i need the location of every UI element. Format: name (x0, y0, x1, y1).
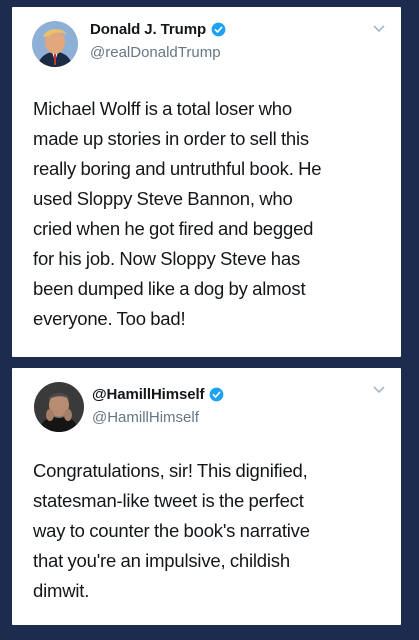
tweet-text-line: really boring and untruthful book. He (33, 158, 322, 179)
chevron-down-icon[interactable] (373, 25, 385, 35)
tweet-text-line: way to counter the book's narrative (33, 520, 310, 541)
tweet-text-line: dimwit. (33, 580, 90, 601)
tweet-card[interactable]: @HamillHimself @HamillHimself Congratula… (12, 368, 401, 625)
chevron-down-icon[interactable] (373, 386, 385, 396)
tweet-card[interactable]: Donald J. Trump @realDonaldTrump Michael… (12, 7, 401, 357)
avatar[interactable] (32, 21, 78, 67)
tweet-text-line: made up stories in order to sell this (33, 128, 309, 149)
verified-badge-icon (211, 22, 226, 37)
tweet-text: Congratulations, sir! This dignified, st… (33, 456, 389, 606)
tweet-text-line: used Sloppy Steve Bannon, who (33, 188, 293, 209)
tweet-text-line: statesman-like tweet is the perfect (33, 490, 304, 511)
author-name-row: Donald J. Trump (90, 21, 226, 38)
tweet-text-line: Michael Wolff is a total loser who (33, 98, 292, 119)
avatar-image (34, 382, 84, 432)
tweet-text-line: everyone. Too bad! (33, 308, 186, 329)
author-name-row: @HamillHimself (92, 386, 224, 403)
verified-badge-icon (209, 387, 224, 402)
display-name[interactable]: Donald J. Trump (90, 21, 206, 38)
tweet-text-line: been dumped like a dog by almost (33, 278, 306, 299)
display-name[interactable]: @HamillHimself (92, 386, 205, 403)
tweet-text-line: for his job. Now Sloppy Steve has (33, 248, 301, 269)
user-handle[interactable]: @realDonaldTrump (90, 44, 221, 61)
avatar[interactable] (34, 382, 84, 432)
tweet-text-line: cried when he got fired and begged (33, 218, 314, 239)
user-handle[interactable]: @HamillHimself (92, 409, 199, 426)
tweet-text-line: that you're an impulsive, childish (33, 550, 290, 571)
tweet-text-line: Congratulations, sir! This dignified, (33, 460, 308, 481)
tweet-text: Michael Wolff is a total loser who made … (33, 94, 393, 334)
avatar-image (32, 21, 78, 67)
